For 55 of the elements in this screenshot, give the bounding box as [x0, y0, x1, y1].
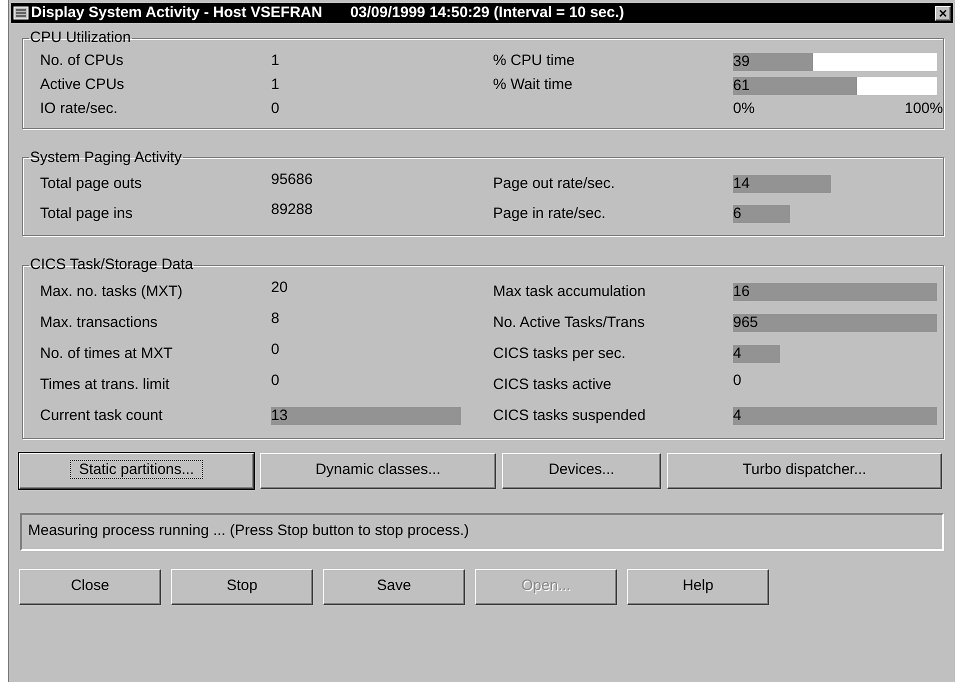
window-title: Display System Activity - Host VSEFRAN [31, 2, 322, 23]
field-label: Active CPUs [40, 75, 126, 96]
field-label: % Wait time [493, 75, 574, 96]
field-label: CICS tasks per sec. [493, 344, 627, 364]
dialog-button[interactable]: Help [627, 568, 769, 604]
field-label: CICS tasks suspended [493, 406, 647, 426]
close-button[interactable]: × [935, 6, 951, 20]
field-label: Total page ins [40, 204, 134, 224]
bar-value: 39 [733, 52, 750, 70]
bar-value: 61 [733, 76, 750, 94]
scale-min: 0% [733, 99, 755, 120]
bar: 965 [733, 314, 937, 332]
window-timestamp: 03/09/1999 14:50:29 (Interval = 10 sec.) [350, 2, 624, 23]
field-value: 20 [271, 278, 289, 298]
group-title: CICS Task/Storage Data [29, 255, 194, 275]
field-label: Max. transactions [40, 312, 159, 333]
field-label: Page out rate/sec. [493, 174, 616, 194]
field-value: 95686 [271, 170, 314, 190]
field-value: 1 [271, 74, 280, 94]
field-value: 0 [271, 370, 280, 390]
field-label: Total page outs [40, 174, 143, 194]
bar: 13 [271, 407, 461, 425]
field-label: No. of times at MXT [40, 344, 174, 364]
field-label: Times at trans. limit [40, 374, 170, 395]
group-title: System Paging Activity [29, 148, 183, 168]
dialog-button[interactable]: Stop [171, 568, 313, 604]
action-button[interactable]: Static partitions... [19, 452, 254, 488]
field-label: % CPU time [493, 51, 576, 72]
bar: 14 [733, 175, 831, 193]
field-label: IO rate/sec. [40, 99, 119, 120]
field-value: 0 [271, 98, 280, 118]
bar: 16 [733, 283, 937, 301]
field-label: Max task accumulation [493, 282, 647, 302]
action-button[interactable]: Devices... [502, 452, 661, 488]
group-title: CPU Utilization [29, 28, 132, 48]
action-button[interactable]: Dynamic classes... [260, 452, 496, 488]
status-field: Measuring process running ... (Press Stop button to stop process.) [20, 512, 944, 550]
bar: 4 [733, 345, 780, 363]
field-value: 1 [271, 50, 280, 70]
field-value: 0 [271, 340, 280, 360]
scale-max: 100% [904, 99, 943, 120]
bar: 6 [733, 205, 790, 223]
dialog-button[interactable]: Save [323, 568, 465, 604]
field-label: CICS tasks active [493, 374, 612, 395]
field-label: No. of CPUs [40, 51, 124, 72]
field-value: 0 [733, 370, 742, 390]
field-label: Page in rate/sec. [493, 204, 607, 224]
field-label: No. Active Tasks/Trans [493, 312, 646, 333]
field-value: 8 [271, 308, 280, 328]
action-button[interactable]: Turbo dispatcher... [667, 452, 942, 488]
field-value: 89288 [271, 200, 314, 220]
dialog-button[interactable]: Close [19, 568, 161, 604]
field-label: Max. no. tasks (MXT) [40, 282, 184, 302]
bar: 4 [733, 407, 937, 425]
field-label: Current task count [40, 406, 164, 426]
